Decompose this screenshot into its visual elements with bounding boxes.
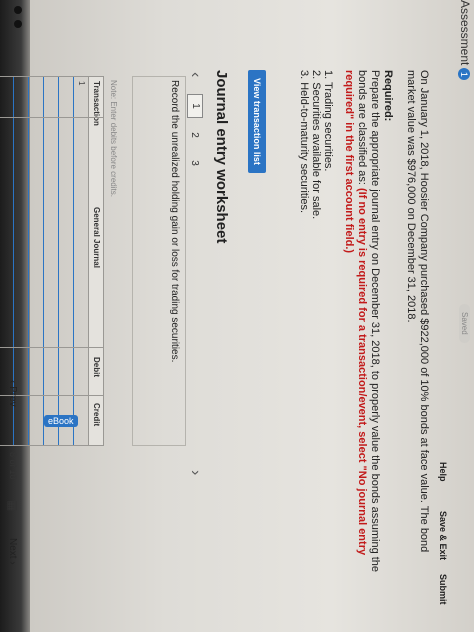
prev-button[interactable]: ‹ Prev bbox=[7, 380, 18, 407]
table-row[interactable]: 1 bbox=[73, 77, 88, 445]
submit-link[interactable]: Submit bbox=[438, 574, 448, 605]
table-row[interactable] bbox=[58, 77, 73, 445]
page-tab-1[interactable]: 1 bbox=[187, 94, 203, 118]
list-item: 2. Securities available for sale. bbox=[310, 70, 322, 220]
table-row[interactable] bbox=[28, 77, 43, 445]
grid-icon[interactable]: ▦ bbox=[6, 500, 20, 511]
assessment-badge: 1 bbox=[458, 68, 470, 81]
prev-label: Prev bbox=[7, 386, 18, 407]
table-header: Transaction General Journal Debit Credit bbox=[88, 77, 103, 445]
question-text: On January 1, 2018, Hoosier Company purc… bbox=[298, 70, 430, 580]
debits-note: Note: Enter debits before credits. bbox=[109, 80, 118, 197]
screen-photo: Assessment 1 Saved Help Save & Exit Submi… bbox=[0, 0, 474, 632]
worksheet-title: Journal entry worksheet bbox=[213, 70, 230, 244]
list-item: 1. Trading securities. bbox=[322, 70, 334, 172]
page-count: 8 of 10 bbox=[8, 452, 18, 480]
page-tab-2[interactable]: 2 bbox=[189, 124, 200, 146]
page-tab-3[interactable]: 3 bbox=[189, 152, 200, 174]
col-transaction: Transaction bbox=[92, 81, 101, 126]
rotated-page: Assessment 1 Saved Help Save & Exit Submi… bbox=[0, 0, 474, 632]
question-intro: On January 1, 2018, Hoosier Company purc… bbox=[405, 70, 430, 553]
saved-indicator: Saved bbox=[459, 304, 470, 343]
chevron-right-icon[interactable]: › bbox=[186, 470, 204, 475]
column-divider bbox=[0, 117, 103, 118]
classification-list: 1. Trading securities. 2. Securities ava… bbox=[298, 70, 334, 580]
required-title: Required: bbox=[382, 70, 394, 122]
column-divider bbox=[0, 347, 103, 348]
view-transaction-list-button[interactable]: View transaction list bbox=[248, 70, 266, 173]
table-row[interactable] bbox=[43, 77, 58, 445]
worksheet-instruction: Record the unrealized holding gain or lo… bbox=[169, 80, 180, 363]
save-exit-link[interactable]: Save & Exit bbox=[438, 511, 448, 560]
col-debit: Debit bbox=[92, 357, 101, 377]
list-item: 3. Held-to-maturity securities. bbox=[298, 70, 310, 214]
next-button[interactable]: Next › bbox=[7, 538, 18, 565]
assessment-label: Assessment 1 bbox=[458, 0, 472, 81]
assessment-text: Assessment bbox=[458, 0, 472, 66]
ebook-tab[interactable]: eBook bbox=[44, 415, 78, 427]
help-link[interactable]: Help bbox=[438, 462, 448, 482]
chevron-left-icon[interactable]: ‹ bbox=[186, 72, 204, 77]
next-label: Next bbox=[7, 538, 18, 559]
col-credit: Credit bbox=[92, 403, 101, 427]
col-general-journal: General Journal bbox=[92, 207, 101, 268]
row-number: 1 bbox=[77, 81, 86, 86]
top-bar: Assessment 1 Saved bbox=[448, 0, 474, 632]
